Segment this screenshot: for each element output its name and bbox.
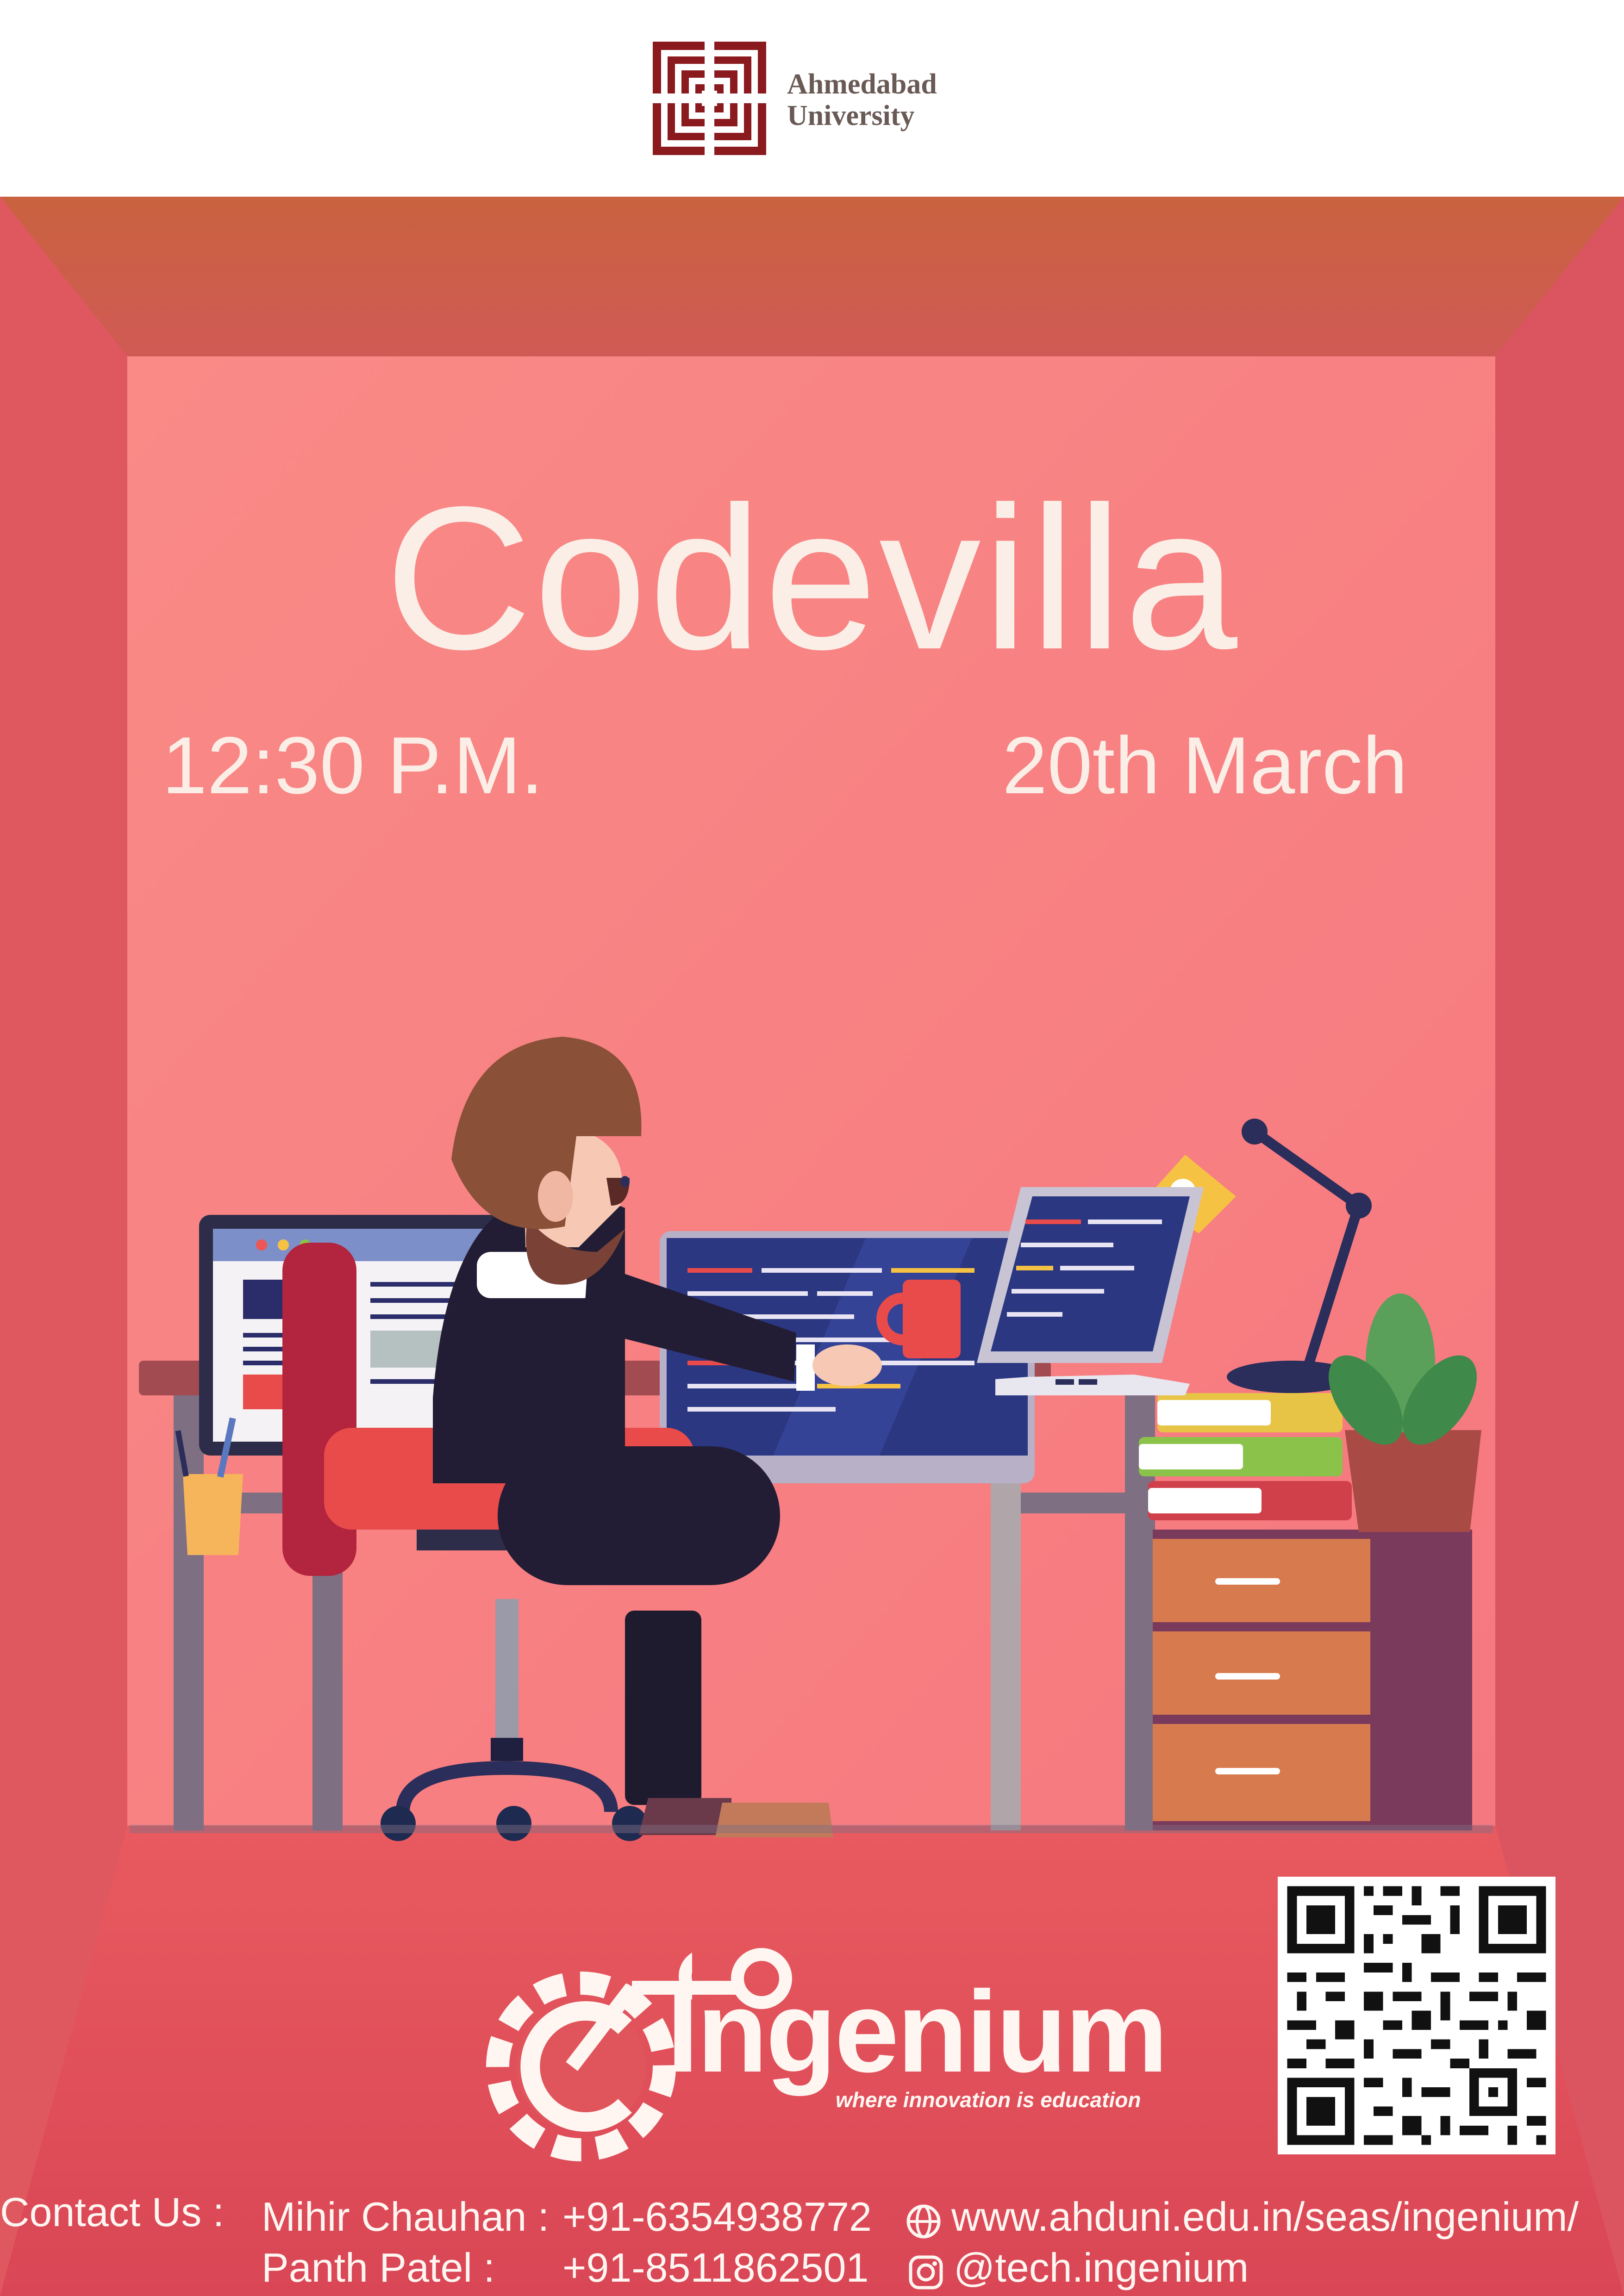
website-link[interactable]: www.ahduni.edu.in/seas/ingenium/ <box>951 2194 1579 2240</box>
event-poster: Codevilla 12:30 P.M. 20th March Ingenium… <box>0 197 1624 2296</box>
ingenium-tagline: where innovation is education <box>836 2088 1141 2112</box>
event-title: Codevilla <box>385 465 1239 692</box>
qr-code[interactable] <box>1278 1877 1555 2154</box>
university-name: Ahmedabad University <box>787 68 937 131</box>
ingenium-wordmark: Ingenium <box>667 1967 1168 2096</box>
event-time: 12:30 P.M. <box>162 721 543 811</box>
contact-phone[interactable]: +91-8511862501 <box>562 2245 868 2291</box>
ingenium-gear-icon <box>486 1953 692 2161</box>
event-date: 20th March <box>1002 721 1408 811</box>
contact-label: Contact Us : <box>0 2189 225 2235</box>
contact-name: Mihir Chauhan : <box>262 2194 550 2240</box>
globe-icon <box>906 2204 941 2239</box>
instagram-handle[interactable]: @tech.ingenium <box>954 2245 1249 2291</box>
university-header: Ahmedabad University <box>0 0 1624 197</box>
contact-phone[interactable]: +91-6354938772 <box>562 2194 872 2240</box>
university-name-line2: University <box>787 100 915 131</box>
contact-name: Panth Patel : <box>262 2245 495 2290</box>
university-logo-icon <box>653 42 766 155</box>
university-name-line1: Ahmedabad <box>787 68 937 100</box>
instagram-icon <box>909 2255 943 2290</box>
